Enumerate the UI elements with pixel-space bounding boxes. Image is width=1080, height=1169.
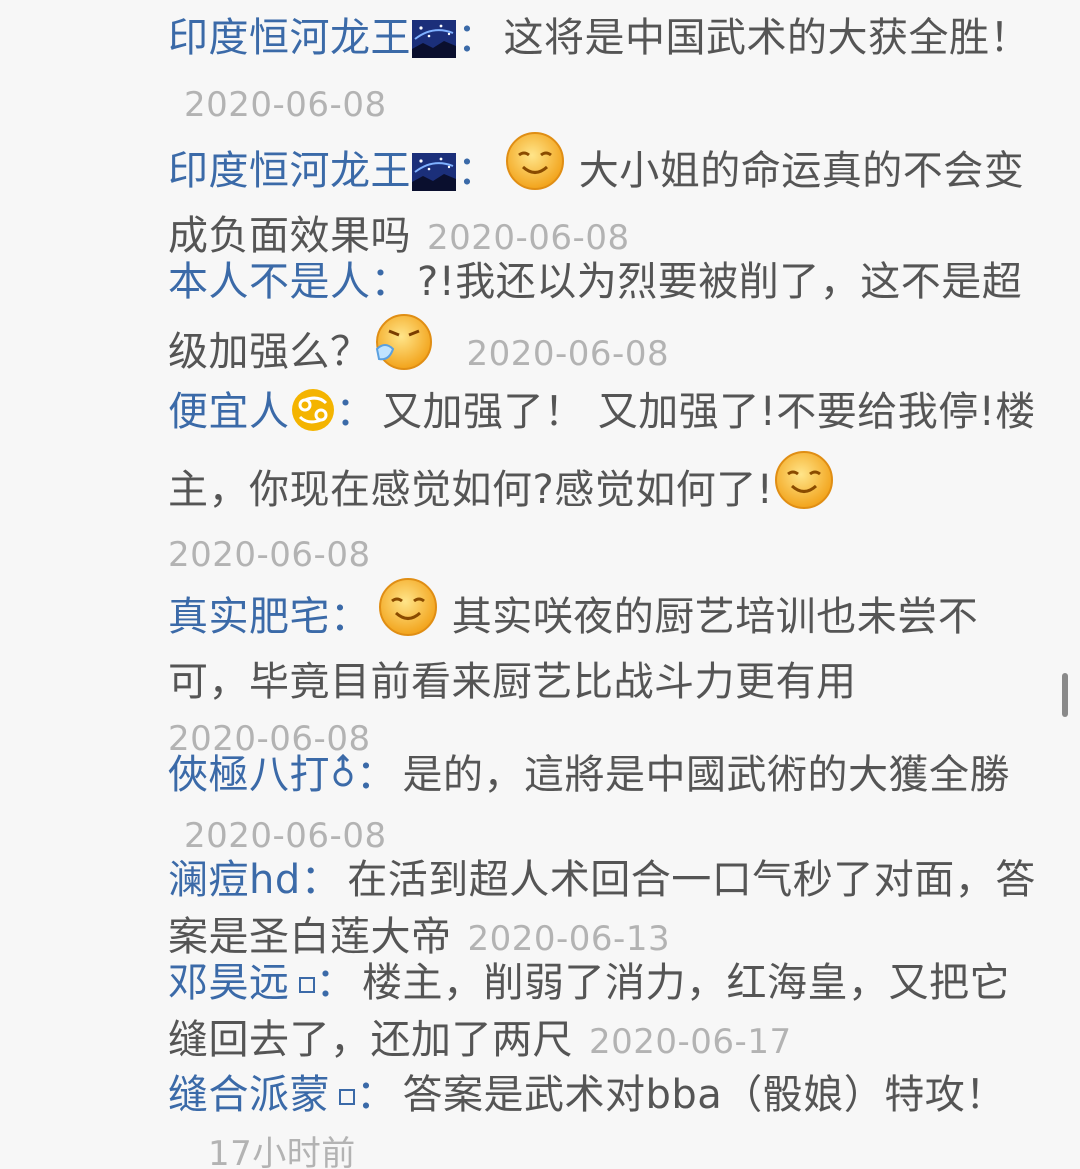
smile-emoji-icon <box>504 130 566 208</box>
comment-item: 缝合派蒙：答案是武术对bba（骰娘）特攻！17小时前 <box>168 1065 1048 1169</box>
comment-date: 17小时前 <box>208 1134 356 1169</box>
comment-date: 2020-06-08 <box>427 218 630 258</box>
comment-item: 印度恒河龙王： 大小姐的命运真的不会变成负面效果吗 2020-06-08 <box>168 130 1048 267</box>
sneeze-emoji-icon <box>371 311 433 389</box>
comment-item: 本人不是人： ?!我还以为烈要被削了，这不是超级加强么？ 2020-06-08 <box>168 254 1048 389</box>
comment-item: 真实肥宅： 其实咲夜的厨艺培训也未尝不可，毕竟目前看来厨艺比战斗力更有用 202… <box>168 576 1048 768</box>
comment-date: 2020-06-08 <box>466 334 670 374</box>
comment-username[interactable]: 印度恒河龙王 <box>168 15 411 61</box>
night-sky-icon <box>411 151 457 208</box>
comment-date: 2020-06-08 <box>184 85 387 125</box>
comment-text: 是的，這將是中國武術的大獲全勝 <box>402 752 1010 798</box>
comment-username[interactable]: 真实肥宅 <box>168 594 330 640</box>
comment-item: 便宜人：又加强了！ 又加强了!不要给我停!楼主，你现在感觉如何?感觉如何了! 2… <box>168 384 1048 584</box>
comment-item: 印度恒河龙王：这将是中国武术的大获全胜！2020-06-08 <box>168 15 1030 125</box>
smile-emoji-icon <box>773 449 835 527</box>
comment-date: 2020-06-08 <box>184 816 387 856</box>
male-symbol-icon <box>330 749 356 806</box>
comment-username[interactable]: 本人不是人 <box>168 259 371 305</box>
cancer-zodiac-icon <box>290 387 336 449</box>
comment-item: 邓昊远：楼主，削弱了消力，红海皇，又把它缝回去了，还加了两尺 2020-06-17 <box>168 953 1048 1071</box>
comment-username[interactable]: 邓昊远 <box>168 960 290 1006</box>
comment-item: 澜痘hd： 在活到超人术回合一口气秒了对面，答案是圣白莲大帝 2020-06-13 <box>168 857 1036 960</box>
small-square-badge-icon <box>298 953 316 1010</box>
comment-username[interactable]: 澜痘hd <box>168 857 301 903</box>
comment-text: 这将是中国武术的大获全胜！ <box>503 15 1030 61</box>
comment-username[interactable]: 印度恒河龙王 <box>168 148 411 194</box>
comment-item: 俠極八打：是的，這將是中國武術的大獲全勝2020-06-08 <box>168 747 1048 865</box>
comment-text: 答案是武术对bba（骰娘）特攻！ <box>402 1072 1006 1118</box>
small-square-badge-icon <box>338 1065 356 1122</box>
night-sky-icon <box>411 18 457 75</box>
comment-username[interactable]: 便宜人 <box>168 389 290 435</box>
smile-emoji-icon <box>377 576 439 654</box>
scrollbar[interactable] <box>1062 673 1068 717</box>
comment-username[interactable]: 俠極八打 <box>168 752 330 798</box>
comment-username[interactable]: 缝合派蒙 <box>168 1072 330 1118</box>
comment-date: 2020-06-17 <box>589 1022 792 1062</box>
